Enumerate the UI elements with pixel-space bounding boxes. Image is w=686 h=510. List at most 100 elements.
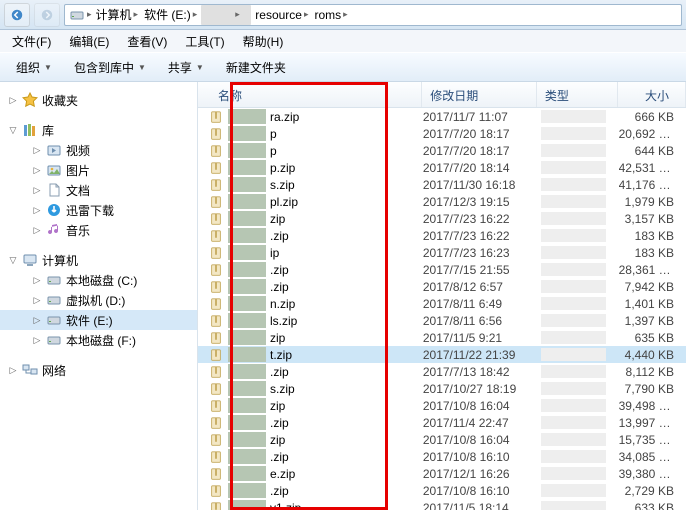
zip-icon <box>208 228 224 244</box>
menu-view[interactable]: 查看(V) <box>119 31 175 52</box>
file-row[interactable]: .zip2017/10/8 16:1034,085 KB <box>198 448 686 465</box>
file-row[interactable]: zip2017/10/8 16:0415,735 KB <box>198 431 686 448</box>
expand-icon: ▽ <box>8 125 18 136</box>
filename-redacted <box>228 347 266 362</box>
file-rows[interactable]: ra.zip2017/11/7 11:07666 KBp2017/7/20 18… <box>198 108 686 510</box>
tree-drive-e[interactable]: ▷软件 (E:) <box>0 310 197 330</box>
file-row[interactable]: s.zip2017/10/27 18:197,790 KB <box>198 380 686 397</box>
file-type-redacted <box>541 144 606 157</box>
tree-lib-xunlei[interactable]: ▷迅雷下载 <box>0 200 197 220</box>
file-date: 2017/11/5 9:21 <box>423 331 538 345</box>
file-row[interactable]: zip2017/10/8 16:0439,498 KB <box>198 397 686 414</box>
filename-suffix: zip <box>270 331 285 345</box>
file-row[interactable]: .zip2017/10/8 16:102,729 KB <box>198 482 686 499</box>
crumb-roms[interactable]: roms▸ <box>313 5 350 25</box>
collapse-icon: ▷ <box>32 165 42 176</box>
organize-button[interactable]: 组织 ▼ <box>8 56 60 79</box>
file-row[interactable]: s.zip2017/11/30 16:1841,176 KB <box>198 176 686 193</box>
file-date: 2017/11/30 16:18 <box>423 178 538 192</box>
crumb-redacted[interactable]: xxxxx▸ <box>201 5 251 25</box>
nav-forward-button[interactable] <box>34 3 60 27</box>
crumb-resource[interactable]: resource▸ <box>253 5 310 25</box>
menu-edit[interactable]: 编辑(E) <box>61 31 117 52</box>
filename-redacted <box>228 228 266 243</box>
tree-libraries[interactable]: ▽ 库 <box>0 120 197 140</box>
file-size: 28,361 KB <box>619 263 686 277</box>
tree-label: 虚拟机 (D:) <box>66 292 125 309</box>
file-row[interactable]: .zip2017/7/13 18:428,112 KB <box>198 363 686 380</box>
menu-file[interactable]: 文件(F) <box>4 31 59 52</box>
menubar: 文件(F) 编辑(E) 查看(V) 工具(T) 帮助(H) <box>0 30 686 52</box>
zip-icon <box>208 194 224 210</box>
file-row[interactable]: .zip2017/7/23 16:22183 KB <box>198 227 686 244</box>
file-row[interactable]: ip2017/7/23 16:23183 KB <box>198 244 686 261</box>
nav-back-button[interactable] <box>4 3 30 27</box>
file-row[interactable]: p2017/7/20 18:1720,692 KB <box>198 125 686 142</box>
zip-icon <box>208 483 224 499</box>
file-type-redacted <box>541 365 606 378</box>
menu-help[interactable]: 帮助(H) <box>235 31 292 52</box>
file-date: 2017/10/8 16:10 <box>423 484 538 498</box>
newfolder-button[interactable]: 新建文件夹 <box>218 56 294 79</box>
file-type-redacted <box>541 399 606 412</box>
crumb-drive[interactable]: 软件 (E:)▸ <box>142 5 199 25</box>
col-name[interactable]: 名称 <box>198 82 422 107</box>
zip-icon <box>208 381 224 397</box>
file-list: 名称 修改日期 类型 大小 ra.zip2017/11/7 11:07666 K… <box>198 82 686 510</box>
file-type-redacted <box>541 416 606 429</box>
filename-suffix: t.zip <box>270 348 292 362</box>
file-size: 4,440 KB <box>619 348 686 362</box>
collapse-icon: ▷ <box>32 185 42 196</box>
file-type-redacted <box>541 484 606 497</box>
file-row[interactable]: .zip2017/8/12 6:577,942 KB <box>198 278 686 295</box>
filename-suffix: zip <box>270 433 285 447</box>
file-row[interactable]: p2017/7/20 18:17644 KB <box>198 142 686 159</box>
file-row[interactable]: v1.zip2017/11/5 18:14633 KB <box>198 499 686 510</box>
zip-icon <box>208 449 224 465</box>
crumb-computer[interactable]: 计算机▸ <box>94 5 141 25</box>
toolbar: 组织 ▼ 包含到库中 ▼ 共享 ▼ 新建文件夹 <box>0 52 686 82</box>
tree-drive-d[interactable]: ▷虚拟机 (D:) <box>0 290 197 310</box>
file-row[interactable]: t.zip2017/11/22 21:394,440 KB <box>198 346 686 363</box>
navigation-tree[interactable]: ▷ 收藏夹 ▽ 库 ▷视频▷图片▷文档▷迅雷下载▷音乐 ▽ 计算机 ▷本地磁盘 … <box>0 82 198 510</box>
file-type-redacted <box>541 297 606 310</box>
tree-label: 视频 <box>66 142 90 159</box>
file-row[interactable]: pl.zip2017/12/3 19:151,979 KB <box>198 193 686 210</box>
file-row[interactable]: .zip2017/7/15 21:5528,361 KB <box>198 261 686 278</box>
tree-favorites[interactable]: ▷ 收藏夹 <box>0 90 197 110</box>
file-row[interactable]: n.zip2017/8/11 6:491,401 KB <box>198 295 686 312</box>
share-button[interactable]: 共享 ▼ <box>160 56 212 79</box>
zip-icon <box>208 211 224 227</box>
col-date[interactable]: 修改日期 <box>422 82 537 107</box>
file-type-redacted <box>541 314 606 327</box>
zip-icon <box>208 313 224 329</box>
tree-network[interactable]: ▷ 网络 <box>0 360 197 380</box>
tree-lib-music[interactable]: ▷音乐 <box>0 220 197 240</box>
breadcrumb[interactable]: ▸ 计算机▸ 软件 (E:)▸ xxxxx▸ resource▸ roms▸ <box>64 4 682 26</box>
tree-drive-c[interactable]: ▷本地磁盘 (C:) <box>0 270 197 290</box>
zip-icon <box>208 160 224 176</box>
filename-redacted <box>228 483 266 498</box>
include-button[interactable]: 包含到库中 ▼ <box>66 56 154 79</box>
filename-redacted <box>228 432 266 447</box>
filename-suffix: pl.zip <box>270 195 298 209</box>
file-row[interactable]: zip2017/11/5 9:21635 KB <box>198 329 686 346</box>
file-row[interactable]: ls.zip2017/8/11 6:561,397 KB <box>198 312 686 329</box>
filename-redacted <box>228 449 266 464</box>
menu-tools[interactable]: 工具(T) <box>177 31 232 52</box>
file-row[interactable]: .zip2017/11/4 22:4713,997 KB <box>198 414 686 431</box>
file-row[interactable]: p.zip2017/7/20 18:1442,531 KB <box>198 159 686 176</box>
tree-lib-pictures[interactable]: ▷图片 <box>0 160 197 180</box>
file-row[interactable]: ra.zip2017/11/7 11:07666 KB <box>198 108 686 125</box>
tree-computer[interactable]: ▽ 计算机 <box>0 250 197 270</box>
tree-lib-documents[interactable]: ▷文档 <box>0 180 197 200</box>
tree-drive-f[interactable]: ▷本地磁盘 (F:) <box>0 330 197 350</box>
file-row[interactable]: zip2017/7/23 16:223,157 KB <box>198 210 686 227</box>
file-size: 8,112 KB <box>619 365 686 379</box>
file-size: 42,531 KB <box>619 161 686 175</box>
tree-lib-videos[interactable]: ▷视频 <box>0 140 197 160</box>
col-size[interactable]: 大小 <box>618 82 686 107</box>
filename-redacted <box>228 177 266 192</box>
col-type[interactable]: 类型 <box>537 82 618 107</box>
file-row[interactable]: e.zip2017/12/1 16:2639,380 KB <box>198 465 686 482</box>
